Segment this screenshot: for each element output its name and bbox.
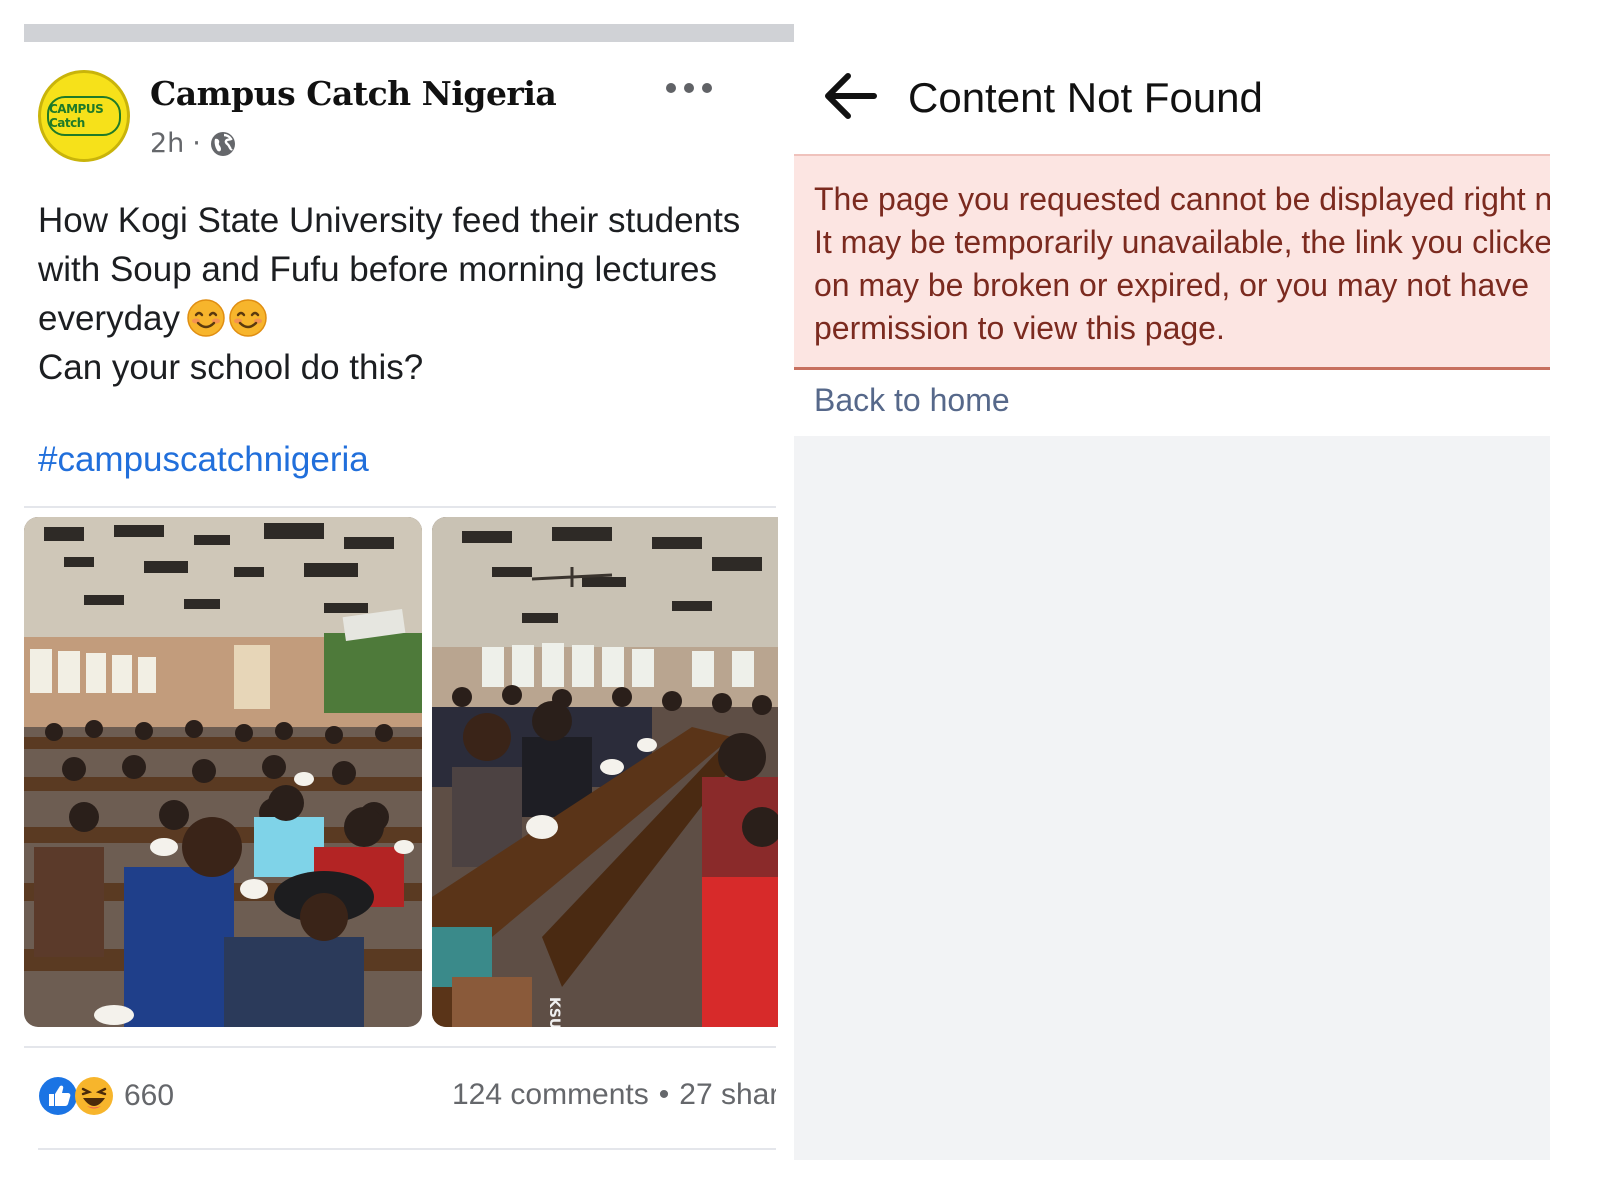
engagement-stats: 124 comments • 27 shares (452, 1078, 776, 1112)
more-options-icon[interactable] (666, 76, 712, 100)
lecture-hall-photo-icon: KSU/FMS/C (432, 517, 778, 1027)
post-photo-2[interactable]: KSU/FMS/C (432, 517, 778, 1027)
post-text: How Kogi State University feed their stu… (38, 196, 798, 392)
post-text-line-1: How Kogi State University feed their stu… (38, 201, 741, 240)
post-meta: 2h · (150, 128, 237, 159)
hashtag-link[interactable]: #campuscatchnigeria (38, 440, 369, 480)
page-title: Content Not Found (908, 74, 1263, 121)
content-not-found-panel: Content Not Found The page you requested… (794, 0, 1550, 1160)
lecture-hall-photo-icon (24, 517, 422, 1027)
error-message-line-1: The page you requested cannot be display… (814, 181, 1550, 217)
back-arrow-icon[interactable] (822, 70, 878, 122)
avatar-logo: CAMPUS Catch (47, 96, 121, 136)
post-text-line-3: everyday (38, 294, 798, 343)
error-message-line-3: on may be broken or expired, or you may … (814, 267, 1530, 303)
error-message-line-4: permission to view this page. (814, 310, 1225, 346)
shares-count-link[interactable]: 27 shares (679, 1078, 776, 1111)
post-text-line-3-text: everyday (38, 299, 181, 338)
smiling-face-emoji-icon (229, 299, 267, 337)
error-message-line-2: It may be temporarily unavailable, the l… (814, 224, 1550, 260)
post-text-line-4: Can your school do this? (38, 348, 424, 387)
comments-count-link[interactable]: 124 comments (452, 1078, 649, 1111)
like-reaction-icon (39, 1077, 77, 1115)
empty-content-area (794, 436, 1550, 1160)
smiling-face-emoji-icon (187, 299, 225, 337)
meta-separator: · (192, 128, 201, 159)
top-divider-bar (24, 24, 800, 42)
divider (24, 1046, 776, 1048)
page-name-link[interactable]: Campus Catch Nigeria (150, 74, 557, 113)
error-message-box: The page you requested cannot be display… (794, 154, 1550, 370)
reactions-summary[interactable]: 660 (38, 1076, 174, 1116)
divider (38, 1148, 776, 1150)
divider (24, 506, 776, 508)
back-to-home-link[interactable]: Back to home (814, 382, 1010, 419)
post-text-line-2: with Soup and Fufu before morning lectur… (38, 250, 717, 289)
stats-separator: • (658, 1078, 670, 1111)
reaction-count: 660 (124, 1079, 175, 1112)
facebook-post-panel: CAMPUS Catch Campus Catch Nigeria 2h · H… (0, 0, 800, 1202)
haha-reaction-icon (75, 1077, 113, 1115)
desk-label-text: KSU/FMS/C (546, 997, 562, 1027)
error-message: The page you requested cannot be display… (814, 178, 1550, 350)
avatar-logo-text: CAMPUS Catch (49, 102, 104, 130)
page-avatar[interactable]: CAMPUS Catch (38, 70, 130, 162)
globe-icon (210, 131, 235, 156)
post-time[interactable]: 2h (150, 128, 184, 159)
post-photo-1[interactable] (24, 517, 422, 1027)
